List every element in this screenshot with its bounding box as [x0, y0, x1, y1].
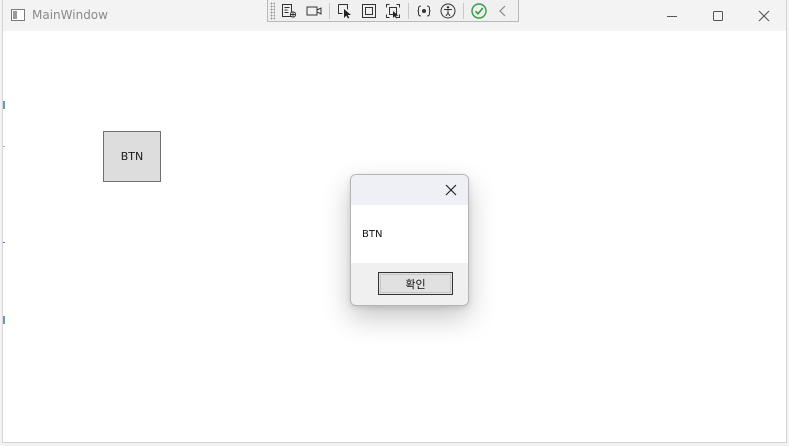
message-box-dialog: BTN 확인	[350, 174, 469, 306]
close-icon	[758, 10, 770, 21]
visual-tree-button[interactable]	[280, 2, 298, 20]
minimize-button[interactable]	[649, 0, 695, 31]
toolbar-grip[interactable]	[270, 1, 276, 20]
track-focus-button[interactable]	[384, 2, 402, 20]
dialog-message: BTN	[362, 229, 383, 240]
select-element-button[interactable]	[336, 2, 354, 20]
display-adorners-button[interactable]	[360, 2, 378, 20]
display-adorners-icon	[361, 3, 376, 18]
chevron-left-icon	[499, 5, 506, 16]
binding-failures-icon	[417, 5, 431, 16]
dialog-title-bar[interactable]	[351, 175, 468, 205]
maximize-button[interactable]	[695, 0, 741, 31]
btn-button[interactable]: BTN	[103, 131, 161, 182]
window-title: MainWindow	[32, 8, 108, 22]
dialog-close-icon[interactable]	[444, 183, 458, 197]
visual-tree-icon	[282, 3, 297, 18]
collapse-toolbar-button[interactable]	[494, 2, 512, 20]
ok-button-label: 확인	[405, 277, 426, 291]
accessibility-icon	[440, 3, 456, 18]
btn-button-label: BTN	[120, 150, 144, 163]
xaml-debug-toolbar	[267, 0, 519, 22]
ok-button[interactable]: 확인	[378, 272, 453, 295]
check-button[interactable]	[470, 2, 488, 20]
select-element-icon	[337, 3, 351, 18]
record-button[interactable]	[305, 2, 323, 20]
binding-failures-button[interactable]	[415, 2, 433, 20]
minimize-icon	[667, 15, 677, 17]
dialog-footer: 확인	[351, 263, 468, 305]
accessibility-button[interactable]	[439, 2, 457, 20]
check-icon	[471, 2, 487, 19]
close-button[interactable]	[741, 0, 787, 31]
maximize-icon	[713, 10, 723, 21]
record-icon	[306, 6, 322, 15]
app-window-icon	[11, 9, 25, 21]
track-focus-icon	[385, 3, 400, 18]
